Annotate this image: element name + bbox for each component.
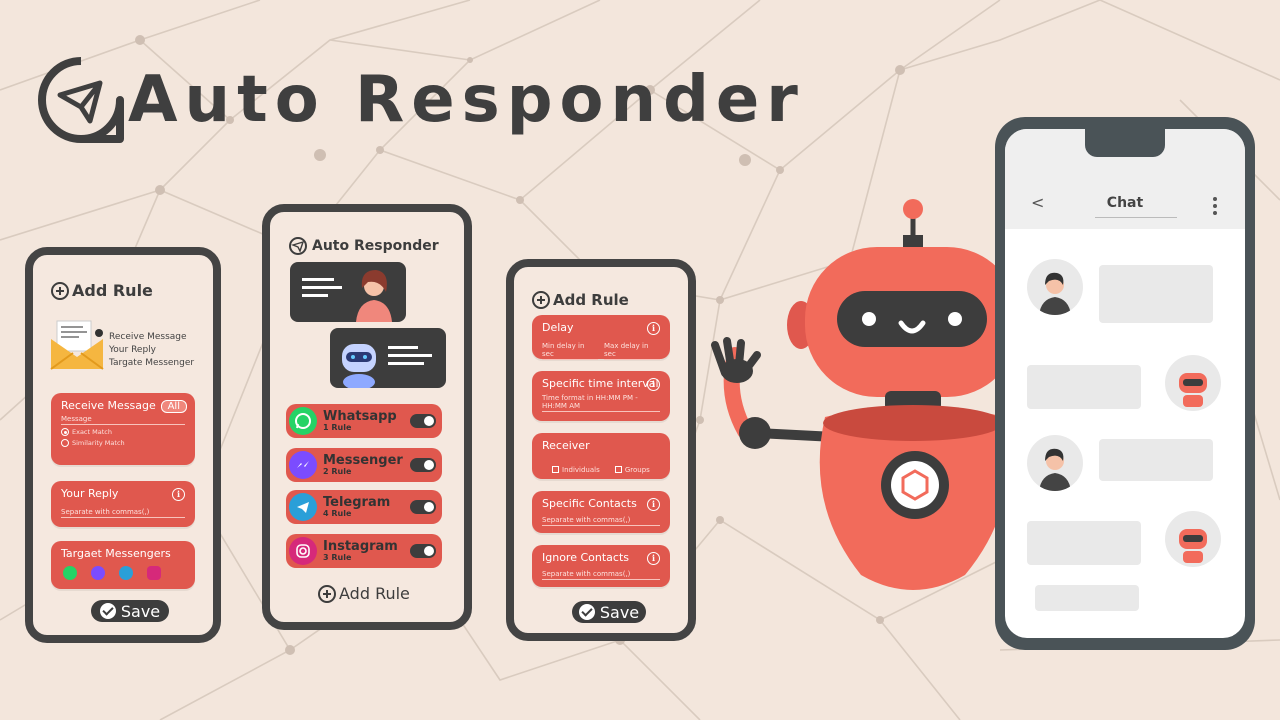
check-icon xyxy=(99,603,116,619)
exact-match-radio[interactable]: Exact Match xyxy=(61,428,185,436)
plus-circle-icon xyxy=(532,291,550,309)
outgoing-message-bubble xyxy=(1027,365,1141,409)
delay-card: Delay i Min delay in sec Max delay in se… xyxy=(532,315,670,360)
chat-title: Chat xyxy=(1106,195,1144,211)
phone-add-rule: Add Rule Receive Message Your Reply Targ… xyxy=(25,247,221,643)
telegram-icon[interactable] xyxy=(119,566,133,580)
chat-header: < Chat xyxy=(1005,129,1245,229)
max-delay-input[interactable]: Max delay in sec xyxy=(604,342,660,360)
whatsapp-toggle[interactable] xyxy=(410,414,436,428)
messenger-checks xyxy=(61,566,185,580)
incoming-message-bubble-2 xyxy=(1099,439,1213,481)
telegram-toggle[interactable] xyxy=(410,500,436,514)
intro-lines: Receive Message Your Reply Targate Messe… xyxy=(109,332,195,368)
save-button[interactable]: Save xyxy=(572,601,646,623)
incoming-message-bubble xyxy=(1099,265,1213,323)
message-field[interactable]: Message xyxy=(61,415,185,425)
specific-contacts-card: Specific Contacts i Separate with commas… xyxy=(532,491,670,533)
time-interval-card: Specific time interval i Time format in … xyxy=(532,371,670,421)
receive-message-card: Receive Message All Message Exact Match … xyxy=(51,393,195,465)
user-avatar xyxy=(1027,259,1083,315)
app-row-messenger[interactable]: Messenger 2 Rule xyxy=(286,448,442,482)
groups-checkbox[interactable]: Groups xyxy=(614,466,650,474)
phone-rule-details: Add Rule Delay i Min delay in sec Max de… xyxy=(506,259,696,641)
messenger-icon[interactable] xyxy=(91,566,105,580)
ignore-contacts-input[interactable]: Separate with commas(,) xyxy=(542,570,660,580)
bot-reply-illustration xyxy=(330,328,446,388)
page-title: Auto Responder xyxy=(128,63,805,137)
specific-contacts-input[interactable]: Separate with commas(,) xyxy=(542,516,660,526)
hero-title: Auto Responder xyxy=(36,50,805,150)
instagram-icon xyxy=(289,537,317,565)
add-rule-label: Add Rule xyxy=(72,281,153,300)
whatsapp-icon xyxy=(289,407,317,435)
bot-avatar xyxy=(1165,355,1221,411)
add-rule-button[interactable]: Add Rule xyxy=(318,584,410,603)
messenger-icon xyxy=(289,451,317,479)
envelope-icon xyxy=(50,320,104,370)
paper-plane-icon xyxy=(289,237,307,255)
check-icon xyxy=(578,604,595,620)
add-rule-header-2[interactable]: Add Rule xyxy=(532,291,629,309)
outgoing-message-bubble-2 xyxy=(1027,521,1141,565)
individuals-checkbox[interactable]: Individuals xyxy=(552,466,600,474)
user-avatar-2 xyxy=(1027,435,1083,491)
instagram-icon[interactable] xyxy=(147,566,161,580)
messenger-toggle[interactable] xyxy=(410,458,436,472)
chat-phone: < Chat xyxy=(995,117,1255,650)
phone-notch xyxy=(1085,129,1165,157)
app-row-instagram[interactable]: Instagram 3 Rule xyxy=(286,534,442,568)
more-vertical-icon[interactable] xyxy=(1213,197,1217,218)
incoming-message-bubble-3 xyxy=(1035,585,1139,611)
phone-auto-responder: Auto Responder Whatsapp 1 Rule Messenger… xyxy=(262,204,472,630)
your-reply-card: Your Reply i Separate with commas(,) xyxy=(51,481,195,527)
telegram-icon xyxy=(289,493,317,521)
receiver-card: Receiver Individuals Groups xyxy=(532,433,670,479)
target-messengers-card: Targaet Messengers xyxy=(51,541,195,589)
plus-circle-icon xyxy=(318,584,336,603)
reply-input[interactable]: Separate with commas(,) xyxy=(61,508,185,518)
add-rule-header[interactable]: Add Rule xyxy=(51,281,153,300)
similarity-match-radio[interactable]: Similarity Match xyxy=(61,439,185,447)
user-message-illustration xyxy=(290,262,406,322)
app-row-whatsapp[interactable]: Whatsapp 1 Rule xyxy=(286,404,442,438)
all-badge[interactable]: All xyxy=(160,400,187,413)
ignore-contacts-card: Ignore Contacts i Separate with commas(,… xyxy=(532,545,670,587)
instagram-toggle[interactable] xyxy=(410,544,436,558)
info-icon[interactable]: i xyxy=(647,378,660,391)
app-row-telegram[interactable]: Telegram 4 Rule xyxy=(286,490,442,524)
time-interval-input[interactable]: Time format in HH:MM PM - HH:MM AM xyxy=(542,394,660,412)
bot-avatar-2 xyxy=(1165,511,1221,567)
whatsapp-icon[interactable] xyxy=(63,566,77,580)
chat-screen: < Chat xyxy=(1005,129,1245,638)
robot-avatar-icon xyxy=(342,344,376,388)
info-icon[interactable]: i xyxy=(647,498,660,511)
info-icon[interactable]: i xyxy=(172,488,185,501)
info-icon[interactable]: i xyxy=(647,322,660,335)
info-icon[interactable]: i xyxy=(647,552,660,565)
woman-avatar-icon xyxy=(356,270,392,322)
plus-circle-icon xyxy=(51,281,69,300)
min-delay-input[interactable]: Min delay in sec xyxy=(542,342,598,360)
auto-responder-header: Auto Responder xyxy=(288,236,439,256)
save-button[interactable]: Save xyxy=(91,600,169,622)
paper-plane-logo-icon xyxy=(38,57,124,143)
